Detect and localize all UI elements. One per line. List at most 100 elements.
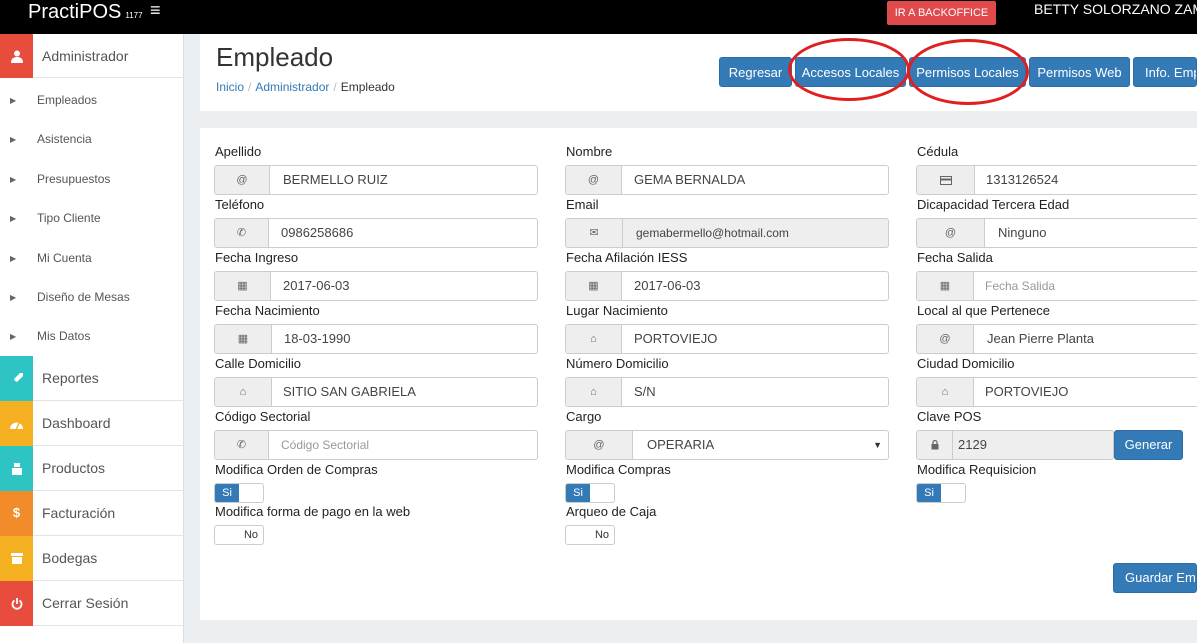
numero-field[interactable]: ⌂ S/N (565, 377, 889, 407)
ciudad-label: Ciudad Domicilio (917, 356, 1015, 371)
regresar-button[interactable]: Regresar (719, 57, 792, 87)
sidebar-subitem-mis-datos[interactable]: ▶ Mis Datos (0, 317, 184, 356)
calendar-icon: ▦ (215, 272, 271, 300)
local-label: Local al que Pertenece (917, 303, 1050, 318)
accesos-locales-button[interactable]: Accesos Locales (795, 57, 906, 87)
mod-compras-toggle[interactable]: Si (565, 483, 615, 503)
apellido-value: BERMELLO RUIZ (283, 172, 388, 187)
arqueo-caja-label: Arqueo de Caja (566, 504, 657, 519)
info-emp-button[interactable]: Info. Emp (1133, 57, 1197, 87)
toggle-on-label: Si (215, 484, 239, 502)
sidebar-item-facturacion[interactable]: $ Facturación (0, 491, 184, 536)
arqueo-caja-toggle[interactable]: No (565, 525, 615, 545)
fecha-iess-field[interactable]: ▦ 2017-06-03 (565, 271, 889, 301)
sidebar-subitem-empleados[interactable]: ▶ Empleados (0, 81, 184, 120)
sidebar-item-productos[interactable]: Productos (0, 446, 184, 491)
breadcrumb-home[interactable]: Inicio (216, 80, 244, 94)
mod-orden-compras-toggle[interactable]: Si (214, 483, 264, 503)
cargo-select[interactable]: @ OPERARIA ▼ (565, 430, 889, 460)
sidebar-item-dashboard[interactable]: Dashboard (0, 401, 184, 446)
at-icon: @ (215, 166, 270, 194)
phone-icon: ✆ (215, 431, 269, 459)
sidebar-subitem-tipo-cliente[interactable]: ▶ Tipo Cliente (0, 199, 184, 238)
page-title: Empleado (216, 42, 334, 72)
mod-requisicion-toggle[interactable]: Si (916, 483, 966, 503)
chevron-right-icon: ▶ (10, 332, 17, 341)
breadcrumb-section[interactable]: Administrador (255, 80, 329, 94)
apellido-label: Apellido (215, 144, 262, 159)
sidebar-subitem-label: Tipo Cliente (37, 211, 101, 225)
nombre-field[interactable]: @ GEMA BERNALDA (565, 165, 889, 195)
apellido-field[interactable]: @ BERMELLO RUIZ (214, 165, 538, 195)
sidebar-item-bodegas[interactable]: Bodegas (0, 536, 184, 581)
telefono-field[interactable]: ✆ 0986258686 (214, 218, 538, 248)
fecha-ingreso-value: 2017-06-03 (283, 278, 350, 293)
codigo-sectorial-field[interactable]: ✆ Código Sectorial (214, 430, 538, 460)
generar-button[interactable]: Generar (1114, 430, 1183, 460)
mod-forma-pago-toggle[interactable]: No (214, 525, 264, 545)
sidebar-subitem-presupuestos[interactable]: ▶ Presupuestos (0, 160, 184, 199)
sidebar-item-label: Dashboard (42, 415, 111, 431)
clave-pos-label: Clave POS (917, 409, 982, 424)
mod-requisicion-label: Modifica Requisicion (917, 462, 1037, 477)
nombre-value: GEMA BERNALDA (634, 172, 746, 187)
permisos-web-button[interactable]: Permisos Web (1029, 57, 1130, 87)
sidebar-item-administrador[interactable]: Administrador (0, 34, 184, 78)
permisos-locales-button[interactable]: Permisos Locales (909, 57, 1026, 87)
sidebar-item-label: Administrador (42, 48, 129, 64)
phone-icon: ✆ (215, 219, 269, 247)
envelope-icon: ✉ (566, 219, 623, 247)
chevron-right-icon: ▶ (10, 293, 17, 302)
calendar-icon: ▦ (917, 272, 974, 300)
telefono-label: Teléfono (215, 197, 265, 212)
toggle-off-label: No (594, 529, 610, 541)
lugar-nacimiento-field[interactable]: ⌂ PORTOVIEJO (565, 324, 889, 354)
backoffice-button[interactable]: IR A BACKOFFICE (887, 1, 996, 25)
guardar-empleado-button[interactable]: Guardar Emp (1113, 563, 1197, 593)
calendar-icon: ▦ (215, 325, 272, 353)
breadcrumb-current: Empleado (340, 80, 395, 94)
sidebar-item-reportes[interactable]: Reportes (0, 356, 184, 401)
ciudad-field[interactable]: ⌂ PORTOVIEJO (916, 377, 1197, 407)
fecha-salida-placeholder: Fecha Salida (985, 279, 1056, 293)
chevron-down-icon: ▼ (873, 440, 882, 450)
product-icon (0, 446, 33, 491)
sidebar-subitem-mi-cuenta[interactable]: ▶ Mi Cuenta (0, 239, 184, 278)
fecha-iess-value: 2017-06-03 (634, 278, 701, 293)
app-brand[interactable]: PractiPOS 1177 (28, 1, 143, 24)
sidebar: Administrador ▶ Empleados ▶ Asistencia ▶… (0, 34, 184, 643)
chevron-right-icon: ▶ (10, 214, 17, 223)
cedula-label: Cédula (917, 144, 959, 159)
fecha-nacimiento-field[interactable]: ▦ 18-03-1990 (214, 324, 538, 354)
local-select[interactable]: @ Jean Pierre Planta (916, 324, 1197, 354)
fecha-salida-field[interactable]: ▦ Fecha Salida (916, 271, 1197, 301)
home-icon: ⌂ (917, 378, 974, 406)
chevron-right-icon: ▶ (10, 175, 17, 184)
clave-pos-value: 2129 (958, 437, 987, 452)
mod-orden-compras-label: Modifica Orden de Compras (215, 462, 378, 477)
user-name[interactable]: BETTY SOLORZANO ZAM (1034, 1, 1197, 17)
fecha-nacimiento-value: 18-03-1990 (284, 331, 351, 346)
discapacidad-select[interactable]: @ Ninguno (916, 218, 1197, 248)
sidebar-subitem-asistencia[interactable]: ▶ Asistencia (0, 120, 184, 159)
discapacidad-value: Ninguno (998, 225, 1047, 240)
cedula-field[interactable]: 1313126524 (916, 165, 1197, 195)
chevron-right-icon: ▶ (10, 135, 17, 144)
sidebar-item-label: Cerrar Sesión (42, 595, 129, 611)
email-field[interactable]: ✉ gemabermello@hotmail.com (565, 218, 889, 248)
telefono-value: 0986258686 (281, 225, 354, 240)
fecha-nacimiento-label: Fecha Nacimiento (215, 303, 320, 318)
hamburger-icon[interactable]: ≡ (150, 0, 161, 21)
brand-name: PractiPOS (28, 1, 122, 23)
sidebar-item-label: Productos (42, 460, 106, 476)
sidebar-subitem-diseno-mesas[interactable]: ▶ Diseño de Mesas (0, 278, 184, 317)
calle-field[interactable]: ⌂ SITIO SAN GABRIELA (214, 377, 538, 407)
id-card-icon (917, 166, 975, 194)
mod-forma-pago-label: Modifica forma de pago en la web (215, 504, 411, 519)
breadcrumb: Inicio / Administrador / Empleado (216, 80, 395, 94)
at-icon: @ (566, 166, 622, 194)
sidebar-item-cerrar-sesion[interactable]: Cerrar Sesión (0, 581, 184, 626)
fecha-ingreso-field[interactable]: ▦ 2017-06-03 (214, 271, 538, 301)
clave-pos-field[interactable]: 2129 (916, 430, 1114, 460)
chevron-right-icon: ▶ (10, 254, 17, 263)
